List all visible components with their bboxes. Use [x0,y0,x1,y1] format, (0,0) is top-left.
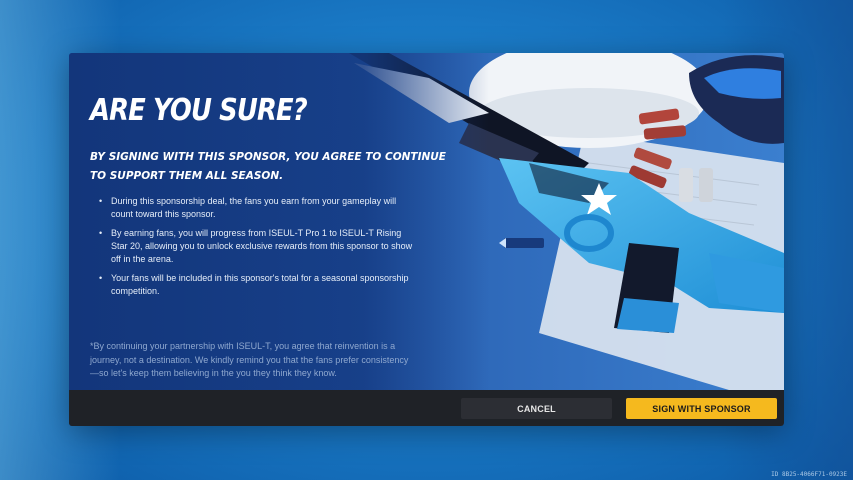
list-item: Your fans will be included in this spons… [99,272,419,298]
sponsor-terms-list: During this sponsorship deal, the fans y… [99,195,419,304]
dialog-title: ARE YOU SURE? [90,93,308,128]
list-item: During this sponsorship deal, the fans y… [99,195,419,221]
dialog-footer: CANCEL SIGN WITH SPONSOR [69,390,784,426]
sponsor-confirm-dialog: ARE YOU SURE? BY SIGNING WITH THIS SPONS… [69,53,784,426]
dialog-content: ARE YOU SURE? BY SIGNING WITH THIS SPONS… [69,53,489,390]
cancel-button[interactable]: CANCEL [461,398,612,419]
sign-with-sponsor-button[interactable]: SIGN WITH SPONSOR [626,398,777,419]
list-item: By earning fans, you will progress from … [99,227,419,266]
disclaimer-note: *By continuing your partnership with ISE… [90,341,409,378]
dialog-subtitle: BY SIGNING WITH THIS SPONSOR, YOU AGREE … [90,151,446,182]
build-id-watermark: ID 8B25-4066F71-0923E [771,471,847,478]
